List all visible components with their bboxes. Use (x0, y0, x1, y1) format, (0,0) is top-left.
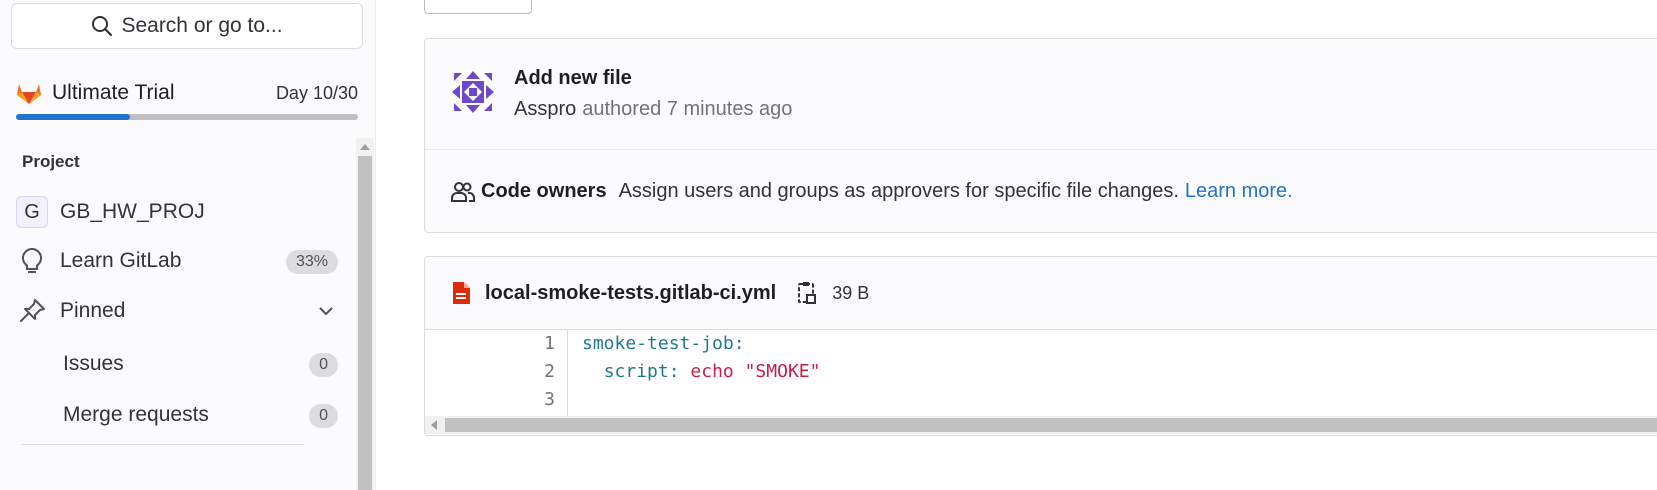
partial-button[interactable] (424, 0, 532, 14)
sidebar-item-label: GB_HW_PROJ (60, 200, 205, 223)
last-commit-row: Add new file Asspro authored 7 minutes ag… (425, 39, 1657, 150)
scrollbar-thumb[interactable] (445, 418, 1657, 432)
sidebar-item-issues[interactable]: Issues 0 (16, 342, 346, 386)
gitlab-logo-icon (17, 84, 41, 104)
trial-day-counter: Day 10/30 (275, 82, 358, 103)
file-viewer: local-smoke-tests.gitlab-ci.yml 39 B 1 2… (424, 256, 1657, 436)
code-line: smoke-test-job: (582, 330, 820, 358)
scroll-left-arrow-icon[interactable] (431, 420, 437, 430)
sidebar: Search or go to... Ultimate Trial Day 10… (0, 0, 376, 490)
sidebar-item-label: Issues (63, 352, 124, 375)
sidebar-divider (22, 444, 304, 445)
sidebar-item-learn-gitlab[interactable]: Learn GitLab 33% (16, 239, 346, 283)
merge-requests-count-badge: 0 (309, 404, 338, 428)
trial-widget[interactable]: Ultimate Trial Day 10/30 (16, 78, 358, 120)
nav-section-title: Project (22, 152, 80, 171)
project-avatar: G (16, 196, 48, 228)
line-number[interactable]: 1 (425, 330, 567, 358)
avatar[interactable] (450, 69, 496, 115)
learn-progress-badge: 33% (285, 250, 338, 274)
commit-title-link[interactable]: Add new file (514, 67, 632, 90)
yaml-key: script: (603, 361, 680, 382)
trial-progress-fill (16, 114, 130, 120)
sidebar-item-label: Learn GitLab (60, 249, 182, 272)
scroll-up-arrow-icon[interactable] (360, 144, 370, 150)
code-owners-row: Code owners Assign users and groups as a… (451, 180, 1293, 203)
sidebar-scrollbar[interactable] (356, 138, 374, 490)
sidebar-item-project[interactable]: G GB_HW_PROJ (16, 190, 346, 234)
yaml-string: "SMOKE" (744, 361, 821, 382)
horizontal-scrollbar[interactable] (425, 416, 1657, 434)
copy-path-icon[interactable] (796, 281, 818, 305)
search-label: Search or go to... (121, 14, 283, 37)
yaml-key: smoke-test-job: (582, 333, 745, 354)
sidebar-nav: Project G GB_HW_PROJ Learn GitLab 33% Pi… (0, 138, 356, 490)
search-button[interactable]: Search or go to... (11, 3, 363, 49)
issues-count-badge: 0 (309, 353, 338, 377)
sidebar-item-merge-requests[interactable]: Merge requests 0 (16, 393, 346, 437)
chevron-down-icon (319, 307, 333, 316)
code-block[interactable]: 1 2 3 smoke-test-job: script: echo "SMOK… (425, 330, 1657, 416)
line-number[interactable]: 3 (425, 386, 567, 414)
trial-progress-bar (16, 114, 358, 120)
search-icon (92, 16, 113, 37)
users-icon (451, 181, 475, 202)
code-owners-description: Assign users and groups as approvers for… (618, 180, 1179, 202)
code-owners-title: Code owners (481, 180, 607, 202)
commit-card: Add new file Asspro authored 7 minutes ag… (424, 38, 1657, 233)
commit-meta: Asspro authored 7 minutes ago (514, 98, 792, 121)
scrollbar-thumb[interactable] (358, 156, 372, 490)
commit-time: authored 7 minutes ago (582, 98, 793, 120)
file-size: 39 B (832, 282, 870, 303)
yaml-command: echo (690, 361, 734, 382)
file-header: local-smoke-tests.gitlab-ci.yml 39 B (425, 257, 1657, 330)
file-name: local-smoke-tests.gitlab-ci.yml (485, 281, 777, 304)
line-numbers: 1 2 3 (425, 330, 568, 416)
code-line: script: echo "SMOKE" (582, 358, 821, 386)
lightbulb-icon (21, 247, 43, 273)
file-yaml-icon (453, 282, 470, 304)
sidebar-item-pinned[interactable]: Pinned (16, 289, 346, 333)
code-lines: smoke-test-job: script: echo "SMOKE" (582, 330, 820, 414)
commit-author-link[interactable]: Asspro (514, 98, 576, 120)
pin-icon (20, 299, 45, 322)
learn-more-link[interactable]: Learn more. (1185, 180, 1293, 203)
line-number[interactable]: 2 (425, 358, 567, 386)
sidebar-item-label: Merge requests (63, 403, 209, 426)
sidebar-item-label: Pinned (60, 299, 126, 322)
trial-title: Ultimate Trial (52, 81, 175, 104)
